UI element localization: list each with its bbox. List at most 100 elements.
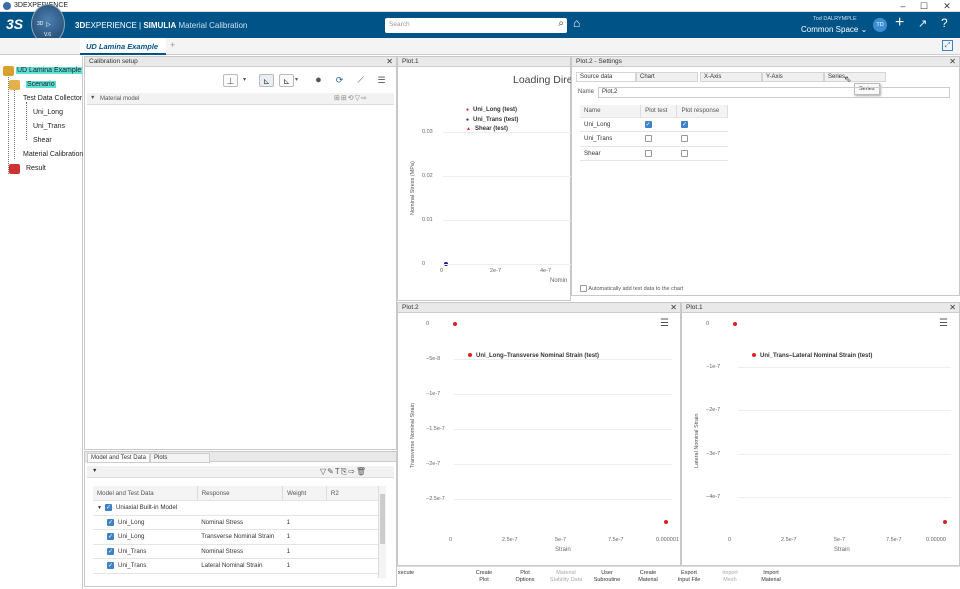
tag-icon[interactable]: ⌂ [573, 16, 580, 30]
name-input[interactable]: Plot.2 [598, 87, 950, 98]
tree-item[interactable]: Scenario [26, 81, 56, 88]
tree-item[interactable]: Result [26, 165, 46, 172]
tab-ud-lamina[interactable]: UD Lamina Example [80, 38, 166, 55]
menu-icon[interactable]: ☰ [660, 318, 669, 329]
plot1-tab[interactable]: Plot.1 [402, 58, 419, 65]
tab-plots[interactable]: Plots [150, 453, 210, 463]
scrollbar-thumb[interactable] [380, 494, 385, 544]
settings-tab[interactable]: Series [824, 72, 886, 82]
row-checkbox[interactable]: ✓ [107, 518, 114, 526]
auto-add-checkbox[interactable] [580, 285, 587, 292]
weight-cell[interactable] [282, 500, 327, 516]
material-model-row[interactable]: ▼ Material model ⊞⊞⟲▽⇨ [87, 93, 394, 105]
row-checkbox[interactable]: ✓ [107, 547, 114, 555]
share-icon[interactable]: ↗ [918, 17, 927, 30]
action-button[interactable]: Plot Options [506, 570, 544, 583]
chevron-down-icon[interactable]: ▼ [92, 468, 97, 474]
plot-icon[interactable]: ⊾ [259, 74, 274, 87]
material-icon[interactable]: ● [311, 74, 326, 87]
chevron-down-icon[interactable]: ▾ [295, 76, 298, 83]
settings-tab[interactable]: Y-Axis [762, 72, 824, 82]
auto-add-row[interactable]: Automatically add test data to the chart [580, 285, 683, 292]
plot-test-checkbox[interactable] [644, 135, 652, 143]
chart-icon[interactable]: ⊥ [223, 74, 238, 87]
close-icon[interactable]: ✕ [949, 303, 956, 312]
avatar[interactable]: TD [873, 18, 887, 32]
calibrate-icon[interactable]: ⟳ [332, 74, 347, 87]
tree-item[interactable]: Uni_Long [33, 109, 63, 116]
weight-cell[interactable]: 1 [282, 544, 327, 559]
plot-response-checkbox[interactable] [680, 135, 688, 143]
chevron-down-icon[interactable]: ▾ [243, 76, 246, 83]
add-icon[interactable]: + [895, 14, 904, 32]
row-checkbox[interactable]: ✓ [107, 562, 114, 570]
table-row[interactable]: Shear [580, 146, 728, 161]
search-icon[interactable]: ⌕ [558, 18, 564, 29]
weight-cell[interactable]: 1 [282, 558, 327, 574]
table-row[interactable]: ▼ ✓ Uniaxial Built-in Model [93, 500, 379, 516]
close-icon[interactable]: ✕ [670, 303, 677, 312]
table-row[interactable]: Uni_Long ✓ ✓ [580, 117, 728, 132]
action-button[interactable]: Import Mesh [711, 570, 749, 583]
row-checkbox[interactable]: ✓ [104, 504, 112, 512]
plot-response-checkbox[interactable] [680, 149, 688, 157]
add-tab-button[interactable]: + [170, 40, 175, 50]
settings-tab[interactable]: Chart [636, 72, 698, 82]
filter-icon[interactable]: ⊞⊞⟲▽⇨ [334, 94, 368, 102]
tree-item[interactable]: Material Calibration [23, 151, 83, 158]
space-dropdown[interactable]: Common Space ⌄ [801, 25, 867, 34]
search-placeholder: Search [389, 21, 410, 28]
action-button[interactable]: Material Stability Data [547, 570, 585, 583]
weight-cell[interactable]: 1 [282, 529, 327, 545]
table-row[interactable]: ✓ Uni_Trans Lateral Nominal Strain 1 [93, 558, 379, 574]
settings-tab[interactable]: Source data [576, 72, 636, 82]
plot-test-cell: ✓ [640, 117, 677, 132]
action-button[interactable]: Create Material [629, 570, 667, 583]
tree-item[interactable]: Test Data Collector [23, 95, 82, 102]
tree-item[interactable]: UD Lamina Example [16, 67, 83, 74]
tab-model-test-data[interactable]: Model and Test Data [87, 453, 150, 463]
column-header[interactable]: Model and Test Data [93, 486, 198, 501]
response-cell: Transverse Nominal Strain [197, 529, 283, 545]
menu-icon[interactable]: ☰ [939, 318, 948, 329]
help-icon[interactable]: ? [941, 16, 948, 30]
column-header[interactable]: R2 [326, 486, 380, 501]
tree-item[interactable]: Shear [33, 137, 52, 144]
plot-test-checkbox[interactable]: ✓ [644, 120, 652, 128]
close-icon[interactable]: ✕ [386, 57, 393, 66]
expand-icon[interactable]: ⤢ [942, 40, 953, 51]
y-tick-label: 0.03 [422, 129, 433, 135]
action-button[interactable]: Import Material [752, 570, 790, 583]
action-button[interactable]: xecute [387, 570, 425, 577]
action-button[interactable]: Create Plot [465, 570, 503, 583]
tree-item[interactable]: Uni_Trans [33, 123, 65, 130]
column-header[interactable]: Weight [282, 486, 327, 501]
settings-tab[interactable]: X-Axis [700, 72, 762, 82]
mtd-toolbar: ▼ ▽✎T⎘⇨🗑 [87, 466, 394, 478]
action-sublabel: Material [761, 576, 781, 583]
table-row[interactable]: ✓ Uni_Trans Nominal Stress 1 [93, 544, 379, 559]
table-icon[interactable]: ☰ [374, 74, 389, 87]
graph-icon[interactable]: ⟋ [353, 74, 368, 87]
weight-cell[interactable]: 1 [282, 515, 327, 530]
plot-options-icon[interactable]: ⊾ [279, 74, 294, 87]
close-button[interactable]: ✕ [934, 0, 960, 12]
search-input[interactable]: Search ⌕ [385, 18, 567, 33]
plot-response-checkbox[interactable]: ✓ [680, 120, 688, 128]
ds-logo-icon[interactable]: 3S [6, 16, 23, 32]
row-checkbox[interactable]: ✓ [107, 533, 114, 541]
table-row[interactable]: ✓ Uni_Long Nominal Stress 1 [93, 515, 379, 530]
plot3-tab[interactable]: Plot.1 [686, 304, 703, 311]
column-header[interactable]: Response [197, 486, 284, 501]
plot-test-checkbox[interactable] [644, 149, 652, 157]
scrollbar[interactable] [378, 486, 386, 578]
close-icon[interactable]: ✕ [949, 57, 956, 66]
edit-toolbar-icons[interactable]: ▽✎T⎘⇨🗑 [320, 467, 367, 477]
table-row[interactable]: ✓ Uni_Long Transverse Nominal Strain 1 [93, 529, 379, 545]
table-row[interactable]: Uni_Trans [580, 131, 728, 147]
chevron-down-icon[interactable]: ▼ [97, 505, 102, 511]
action-button[interactable]: Export Input File [670, 570, 708, 583]
plot3-pane: Plot.1 ✕ ☰ Uni_Trans–Lateral Nominal Stra… [681, 302, 960, 566]
plot2-tab[interactable]: Plot.2 [402, 304, 419, 311]
action-button[interactable]: User Subroutine [588, 570, 626, 583]
